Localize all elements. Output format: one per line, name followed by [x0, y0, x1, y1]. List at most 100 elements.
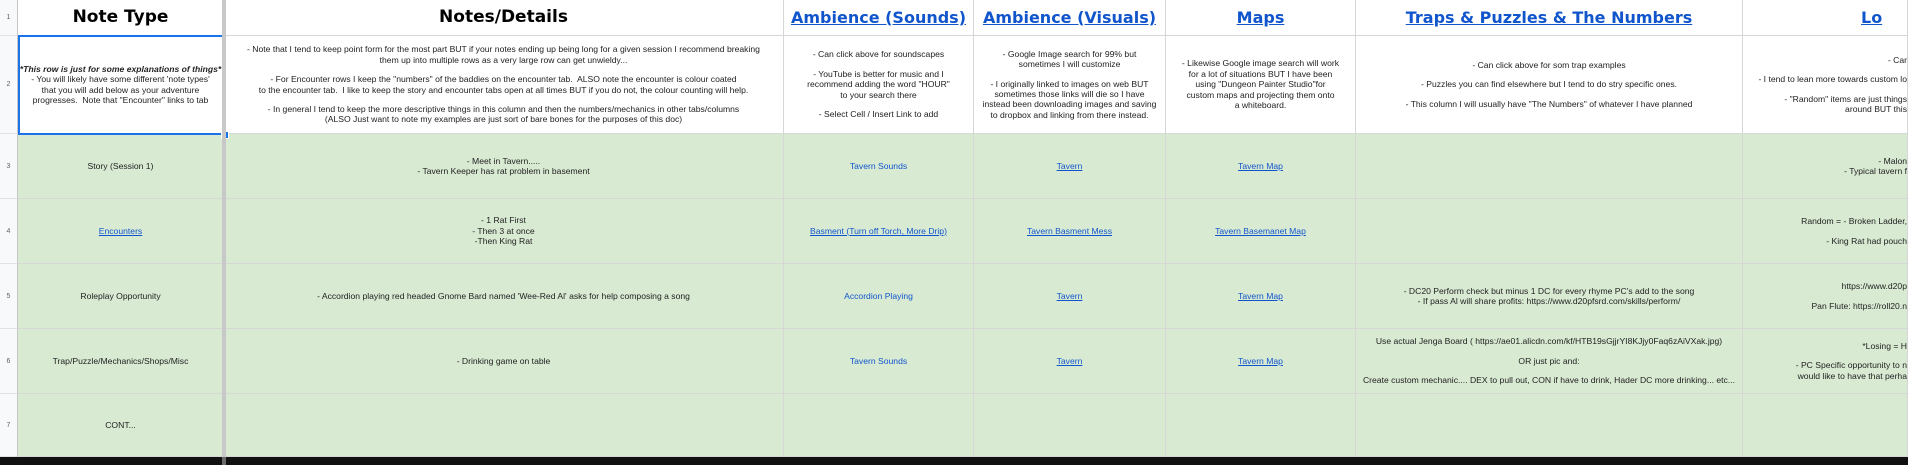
cell-line: - You will likely have some different 'n… — [31, 74, 210, 85]
cell-line: for a lot of situations BUT I have been — [1188, 68, 1333, 79]
row6-note-type: Trap/Puzzle/Mechanics/Shops/Misc — [52, 355, 189, 366]
cell-line: - DC20 Perform check but minus 1 DC for … — [1403, 285, 1695, 296]
header-ambience-sounds[interactable]: Ambience (Sounds) — [791, 9, 966, 26]
row7-empty-cell[interactable] — [1743, 394, 1908, 457]
frozen-divider-handle[interactable] — [222, 457, 226, 465]
row3-visuals-link-cell[interactable]: Tavern — [974, 134, 1166, 199]
row6-sounds-link-cell[interactable]: Tavern Sounds — [784, 329, 974, 394]
row-number-5[interactable]: 5 — [0, 264, 18, 329]
cell-line: - PC Specific opportunity to n — [1795, 360, 1907, 371]
header-maps[interactable]: Maps — [1237, 9, 1285, 26]
row7-note-type-cell[interactable]: CONT... — [18, 394, 224, 457]
header-note-type-cell[interactable]: Note Type — [18, 0, 224, 36]
frozen-column-divider[interactable] — [222, 0, 226, 457]
cell-line: Create custom mechanic.... DEX to pull o… — [1362, 375, 1736, 386]
row7-empty-cell[interactable] — [974, 394, 1166, 457]
row3-sounds-link[interactable]: Tavern Sounds — [850, 161, 907, 171]
cell-line: - King Rat had pouch — [1826, 235, 1907, 246]
cell-line: - Drinking game on table — [456, 355, 551, 366]
row7-empty-cell[interactable] — [224, 394, 784, 457]
row6-notes-cell[interactable]: - Drinking game on table — [224, 329, 784, 394]
header-traps-puzzles[interactable]: Traps & Puzzles & The Numbers — [1406, 9, 1693, 26]
encounters-tab-link-cell[interactable]: Encounters — [18, 199, 224, 264]
row5-notes-cell[interactable]: - Accordion playing red headed Gnome Bar… — [224, 264, 784, 329]
row3-notes-cell[interactable]: - Meet in Tavern..... - Tavern Keeper has… — [224, 134, 784, 199]
header-traps-puzzles-cell[interactable]: Traps & Puzzles & The Numbers — [1356, 0, 1743, 36]
header-loot[interactable]: Lo — [1861, 9, 1882, 26]
row5-visuals-link[interactable]: Tavern — [1057, 291, 1083, 301]
row6-maps-link-cell[interactable]: Tavern Map — [1166, 329, 1356, 394]
row5-maps-link-cell[interactable]: Tavern Map — [1166, 264, 1356, 329]
cell-line: - In general I tend to keep the more des… — [267, 103, 740, 114]
row5-sounds-link[interactable]: Accordion Playing — [844, 291, 913, 301]
header-maps-cell[interactable]: Maps — [1166, 0, 1356, 36]
row-number-6[interactable]: 6 — [0, 329, 18, 394]
header-ambience-visuals-cell[interactable]: Ambience (Visuals) — [974, 0, 1166, 36]
row4-visuals-link[interactable]: Tavern Basment Mess — [1027, 226, 1112, 236]
row3-traps-cell[interactable] — [1356, 134, 1743, 199]
header-ambience-visuals[interactable]: Ambience (Visuals) — [983, 9, 1156, 26]
explanation-sounds-cell[interactable]: - Can click above for soundscapes - YouTu… — [784, 36, 974, 134]
row3-loot-cell[interactable]: - Malon - Typical tavern f — [1743, 134, 1908, 199]
cell-line: - Malon — [1878, 155, 1907, 166]
row3-visuals-link[interactable]: Tavern — [1057, 161, 1083, 171]
row6-maps-link[interactable]: Tavern Map — [1238, 356, 1283, 366]
row6-visuals-link-cell[interactable]: Tavern — [974, 329, 1166, 394]
explanation-notes-cell[interactable]: - Note that I tend to keep point form fo… — [224, 36, 784, 134]
row4-traps-cell[interactable] — [1356, 199, 1743, 264]
row5-traps-cell[interactable]: - DC20 Perform check but minus 1 DC for … — [1356, 264, 1743, 329]
row3-maps-link[interactable]: Tavern Map — [1238, 161, 1283, 171]
row4-maps-link[interactable]: Tavern Basemanet Map — [1215, 226, 1306, 236]
cell-line: - Car — [1887, 54, 1907, 65]
row3-maps-link-cell[interactable]: Tavern Map — [1166, 134, 1356, 199]
row-number-7[interactable]: 7 — [0, 394, 18, 457]
row-number-3[interactable]: 3 — [0, 134, 18, 199]
row4-maps-link-cell[interactable]: Tavern Basemanet Map — [1166, 199, 1356, 264]
cell-line: https://www.d20p — [1841, 281, 1907, 292]
row6-visuals-link[interactable]: Tavern — [1057, 356, 1083, 366]
cell-line: instead been downloading images and savi… — [982, 99, 1157, 110]
cell-line: - Likewise Google image search will work — [1181, 58, 1340, 69]
header-ambience-sounds-cell[interactable]: Ambience (Sounds) — [784, 0, 974, 36]
row7-empty-cell[interactable] — [784, 394, 974, 457]
row5-note-type-cell[interactable]: Roleplay Opportunity — [18, 264, 224, 329]
header-notes-details-cell[interactable]: Notes/Details — [224, 0, 784, 36]
cell-line: - Google Image search for 99% but — [1002, 48, 1137, 59]
cell-line: - This column I will usually have "The N… — [1405, 98, 1693, 109]
cell-line: that you will add below as your adventur… — [41, 84, 200, 95]
row5-maps-link[interactable]: Tavern Map — [1238, 291, 1283, 301]
cell-line: to the encounter tab. I like to keep the… — [258, 84, 749, 95]
row4-sounds-link[interactable]: Basment (Turn off Torch, More Drip) — [810, 226, 947, 236]
row4-loot-cell[interactable]: Random = - Broken Ladder, - King Rat had … — [1743, 199, 1908, 264]
cell-line: - "Random" items are just things — [1784, 93, 1907, 104]
cell-line: - Then 3 at once — [472, 225, 535, 236]
row6-sounds-link[interactable]: Tavern Sounds — [850, 356, 907, 366]
explanation-note-type-cell[interactable]: *This row is just for some explanations … — [18, 36, 224, 134]
row-number-2[interactable]: 2 — [0, 36, 18, 134]
row3-note-type-cell[interactable]: Story (Session 1) — [18, 134, 224, 199]
row-number-1[interactable]: 1 — [0, 0, 18, 36]
explanation-traps-cell[interactable]: - Can click above for som trap examples -… — [1356, 36, 1743, 134]
header-loot-cell[interactable]: Lo — [1743, 0, 1908, 36]
row7-empty-cell[interactable] — [1166, 394, 1356, 457]
row5-sounds-link-cell[interactable]: Accordion Playing — [784, 264, 974, 329]
row4-visuals-link-cell[interactable]: Tavern Basment Mess — [974, 199, 1166, 264]
row-number-4[interactable]: 4 — [0, 199, 18, 264]
cell-line: progresses. Note that "Encounter" links … — [32, 94, 209, 105]
row6-note-type-cell[interactable]: Trap/Puzzle/Mechanics/Shops/Misc — [18, 329, 224, 394]
explanation-maps-cell[interactable]: - Likewise Google image search will work… — [1166, 36, 1356, 134]
explanation-loot-cell[interactable]: - Car - I tend to lean more towards custo… — [1743, 36, 1908, 134]
row6-loot-cell[interactable]: *Losing = H - PC Specific opportunity to … — [1743, 329, 1908, 394]
cell-line: *This row is just for some explanations … — [19, 63, 222, 74]
cell-line: -Then King Rat — [474, 236, 533, 247]
row5-visuals-link-cell[interactable]: Tavern — [974, 264, 1166, 329]
explanation-visuals-cell[interactable]: - Google Image search for 99% but sometim… — [974, 36, 1166, 134]
encounters-tab-link[interactable]: Encounters — [99, 226, 142, 236]
row4-notes-cell[interactable]: - 1 Rat First - Then 3 at once -Then King … — [224, 199, 784, 264]
row4-sounds-link-cell[interactable]: Basment (Turn off Torch, More Drip) — [784, 199, 974, 264]
row3-note-type: Story (Session 1) — [87, 160, 154, 171]
row7-empty-cell[interactable] — [1356, 394, 1743, 457]
row6-traps-cell[interactable]: Use actual Jenga Board ( https://ae01.al… — [1356, 329, 1743, 394]
row3-sounds-link-cell[interactable]: Tavern Sounds — [784, 134, 974, 199]
row5-loot-cell[interactable]: https://www.d20p Pan Flute: https://roll2… — [1743, 264, 1908, 329]
